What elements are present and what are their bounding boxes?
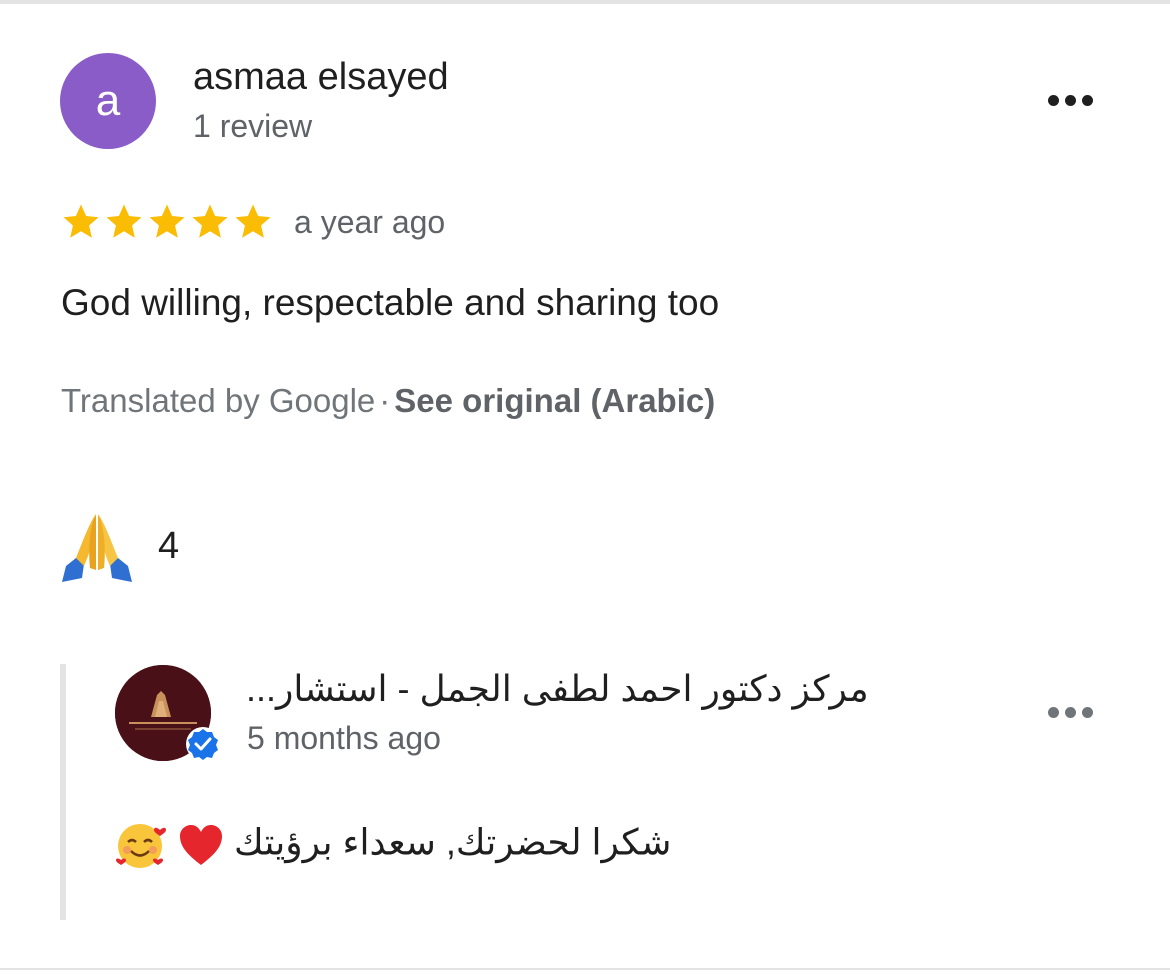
avatar-letter: a — [95, 76, 121, 125]
see-original-link[interactable]: See original (Arabic) — [394, 382, 715, 419]
reaction-button[interactable]: 4 — [60, 508, 179, 584]
translation-notice: Translated by Google · See original (Arabi… — [61, 382, 715, 420]
translated-by-label: Translated by Google — [61, 382, 376, 419]
reply-more-options-icon[interactable] — [1048, 707, 1093, 718]
star-icon — [149, 204, 185, 238]
star-icon — [235, 204, 271, 238]
smiling-face-with-hearts-icon — [116, 824, 166, 868]
reply-text-line: شكرا لحضرتك, سعداء برؤيتك — [114, 820, 714, 870]
folded-hands-icon — [62, 514, 132, 582]
reviewer-avatar[interactable]: a — [60, 53, 156, 149]
red-heart-icon — [180, 825, 223, 865]
reviewer-review-count: 1 review — [193, 108, 313, 144]
separator-dot: · — [379, 382, 391, 419]
review-more-options-icon[interactable] — [1048, 95, 1093, 106]
verified-badge-icon — [186, 727, 220, 761]
review-timestamp: a year ago — [294, 204, 446, 240]
star-icon — [192, 204, 228, 238]
reply-timestamp: 5 months ago — [247, 720, 441, 756]
star-icon — [63, 204, 99, 238]
reply-text: شكرا لحضرتك, سعداء برؤيتك — [234, 821, 672, 863]
top-divider — [0, 0, 1170, 4]
review-text: God willing, respectable and sharing too — [61, 282, 720, 323]
reaction-count: 4 — [158, 524, 180, 567]
reviewer-name[interactable]: asmaa elsayed — [193, 56, 449, 99]
owner-name[interactable]: مركز دكتور احمد لطفى الجمل - استشار... — [246, 668, 940, 710]
star-rating — [60, 200, 274, 244]
star-icon — [106, 204, 142, 238]
reply-indent-bar — [60, 664, 66, 920]
bottom-divider — [0, 968, 1170, 970]
